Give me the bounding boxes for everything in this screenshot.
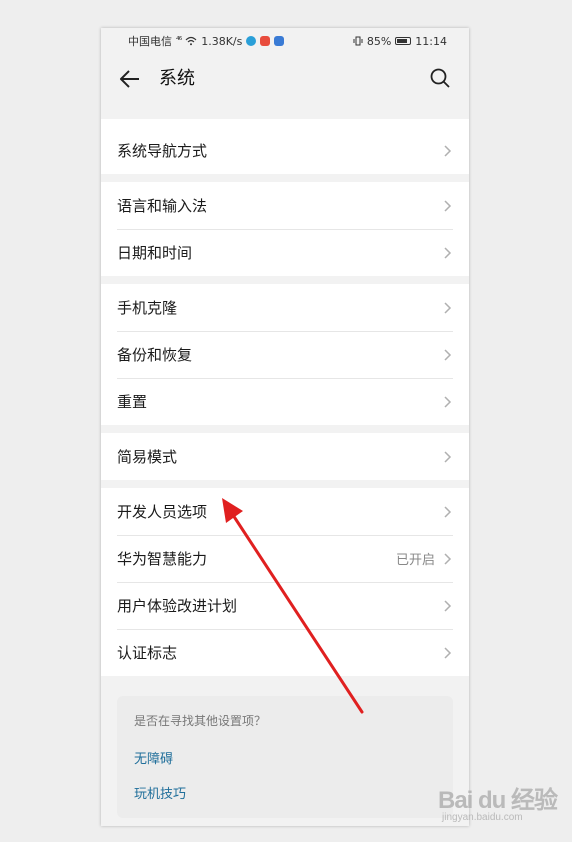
- settings-row[interactable]: 简易模式: [101, 433, 469, 480]
- link-tips[interactable]: 玩机技巧: [134, 783, 436, 802]
- battery-percent: 85%: [366, 34, 392, 48]
- settings-row-label: 系统导航方式: [117, 142, 208, 160]
- settings-row[interactable]: 手机克隆: [101, 284, 469, 331]
- page-title: 系统: [159, 68, 195, 89]
- chevron-right-icon: [444, 144, 452, 157]
- baidu-watermark: Bai du 经验 jingyan.baidu.com: [436, 778, 566, 830]
- back-arrow-icon[interactable]: [119, 68, 141, 90]
- suggestion-question: 是否在寻找其他设置项？: [134, 714, 267, 728]
- app-notification-icon: [274, 36, 285, 46]
- wifi-icon: [185, 36, 197, 46]
- settings-row[interactable]: 备份和恢复: [101, 331, 469, 378]
- suggestion-box: 是否在寻找其他设置项？ 无障碍 玩机技巧: [117, 696, 453, 818]
- chevron-right-icon: [444, 505, 452, 518]
- settings-row-label: 华为智慧能力: [117, 550, 208, 568]
- settings-row-label: 备份和恢复: [117, 346, 193, 364]
- chevron-right-icon: [444, 646, 452, 659]
- battery-icon: [395, 37, 412, 45]
- net-speed: 1.38K/s: [201, 34, 243, 48]
- settings-row-value: 已开启: [395, 553, 435, 568]
- watermark-brand: Bai du 经验: [438, 787, 558, 814]
- search-icon[interactable]: [429, 67, 451, 89]
- settings-group: 手机克隆备份和恢复重置: [101, 284, 469, 425]
- settings-row-label: 日期和时间: [117, 244, 193, 262]
- signal-icon: ⁴⁶: [176, 36, 182, 46]
- settings-group: 语言和输入法 日期和时间: [101, 182, 469, 276]
- settings-group: 系统导航方式: [101, 127, 469, 174]
- phone-screen: 中国电信 ⁴⁶ 1.38K/s 85% 11:14 系统 系统导航方式 语言和输…: [101, 28, 469, 826]
- chevron-right-icon: [444, 395, 452, 408]
- card-top-edge: [101, 119, 469, 127]
- settings-row-label: 重置: [117, 393, 148, 411]
- settings-row[interactable]: 用户体验改进计划: [101, 582, 469, 629]
- settings-row-label: 开发人员选项: [117, 503, 208, 521]
- settings-row[interactable]: 华为智慧能力 已开启: [101, 535, 469, 582]
- chevron-right-icon: [444, 246, 452, 259]
- status-right: 85% 11:14: [353, 35, 447, 48]
- settings-row[interactable]: 语言和输入法: [101, 182, 469, 229]
- chevron-right-icon: [444, 301, 452, 314]
- settings-row-label: 语言和输入法: [117, 197, 208, 215]
- settings-row[interactable]: 系统导航方式: [101, 127, 469, 174]
- settings-row-label: 简易模式: [117, 448, 178, 466]
- settings-group: 开发人员选项 华为智慧能力 已开启用户体验改进计划 认证标志: [101, 488, 469, 676]
- status-left: 中国电信 ⁴⁶ 1.38K/s: [128, 33, 285, 49]
- settings-row[interactable]: 重置: [101, 378, 469, 425]
- settings-row-label: 认证标志: [117, 644, 178, 662]
- settings-row-label: 用户体验改进计划: [117, 597, 238, 615]
- settings-row[interactable]: 开发人员选项: [101, 488, 469, 535]
- chevron-right-icon: [444, 450, 452, 463]
- settings-row-label: 手机克隆: [117, 299, 178, 317]
- settings-row[interactable]: 认证标志: [101, 629, 469, 676]
- chevron-right-icon: [444, 348, 452, 361]
- chevron-right-icon: [444, 599, 452, 612]
- settings-row[interactable]: 日期和时间: [101, 229, 469, 276]
- chevron-right-icon: [444, 552, 452, 565]
- app-notification-icon: [260, 36, 271, 46]
- settings-group: 简易模式: [101, 433, 469, 480]
- chevron-right-icon: [444, 199, 452, 212]
- app-notification-icon: [246, 36, 257, 46]
- watermark-url: jingyan.baidu.com: [442, 812, 523, 823]
- clock: 11:14: [415, 34, 447, 48]
- carrier-label: 中国电信: [128, 35, 172, 48]
- link-accessibility[interactable]: 无障碍: [134, 748, 436, 767]
- vibrate-icon: [353, 36, 363, 46]
- status-bar: 中国电信 ⁴⁶ 1.38K/s 85% 11:14: [101, 28, 469, 54]
